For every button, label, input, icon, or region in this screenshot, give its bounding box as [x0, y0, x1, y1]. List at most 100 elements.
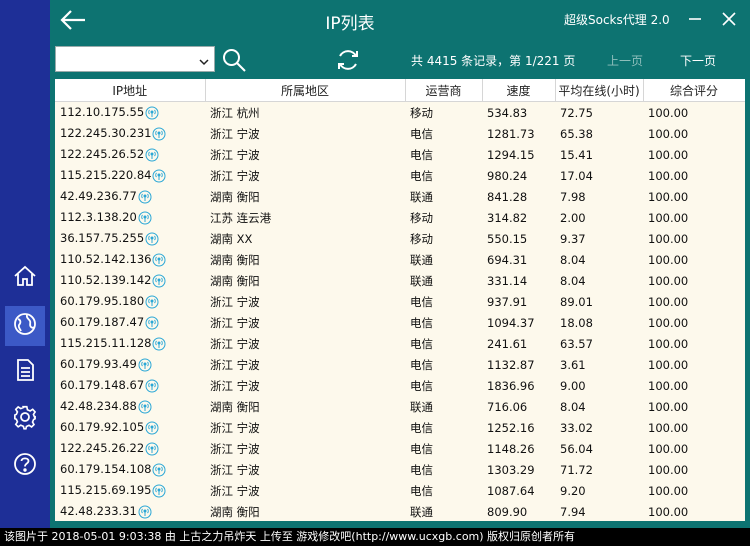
cell-score: 100.00	[643, 249, 745, 270]
cell-online: 7.94	[555, 501, 643, 521]
table-row[interactable]: 112.3.138.20 江苏 连云港 移动 314.82 2.00 100.00	[55, 207, 745, 228]
cell-isp: 电信	[405, 291, 482, 312]
column-header-region[interactable]: 所属地区	[205, 79, 406, 102]
cell-score-text: 100.00	[648, 504, 689, 519]
signal-icon	[152, 337, 166, 351]
cell-speed-text: 241.61	[487, 336, 528, 351]
cell-score: 100.00	[643, 459, 745, 480]
cell-score-text: 100.00	[648, 210, 689, 225]
signal-icon	[138, 505, 152, 519]
table-row[interactable]: 110.52.142.136 湖南 衡阳 联通 694.31 8.04 100.00	[55, 249, 745, 270]
cell-speed-text: 694.31	[487, 252, 528, 267]
cell-ip-text: 110.52.142.136	[60, 252, 152, 267]
cell-speed: 841.28	[482, 186, 555, 207]
cell-region: 湖南 XX	[205, 228, 405, 249]
cell-speed-text: 1132.87	[487, 357, 535, 372]
cell-isp: 联通	[405, 270, 482, 291]
next-page-button[interactable]: 下一页	[680, 52, 716, 69]
cell-score: 100.00	[643, 207, 745, 228]
cell-isp: 电信	[405, 165, 482, 186]
cell-online-text: 9.37	[560, 231, 586, 246]
signal-icon	[138, 211, 152, 225]
cell-online: 17.04	[555, 165, 643, 186]
cell-score: 100.00	[643, 333, 745, 354]
table-row[interactable]: 42.48.234.88 湖南 衡阳 联通 716.06 8.04 100.00	[55, 396, 745, 417]
sidebar-item-settings[interactable]	[5, 399, 45, 439]
table-row[interactable]: 110.52.139.142 湖南 衡阳 联通 331.14 8.04 100.00	[55, 270, 745, 291]
cell-score: 100.00	[643, 102, 745, 124]
cell-speed-text: 809.90	[487, 504, 528, 519]
table-row[interactable]: 60.179.92.105 浙江 宁波 电信 1252.16 33.02 100.00	[55, 417, 745, 438]
cell-score-text: 100.00	[648, 168, 689, 183]
cell-score: 100.00	[643, 396, 745, 417]
table-row[interactable]: 42.49.236.77 湖南 衡阳 联通 841.28 7.98 100.00	[55, 186, 745, 207]
cell-ip-text: 60.179.187.47	[60, 315, 145, 330]
cell-online: 9.37	[555, 228, 643, 249]
close-icon[interactable]	[718, 8, 740, 30]
table-row[interactable]: 42.48.233.31 湖南 衡阳 联通 809.90 7.94 100.00	[55, 501, 745, 521]
cell-score: 100.00	[643, 480, 745, 501]
cell-ip-text: 60.179.154.108	[60, 462, 152, 477]
cell-speed-text: 1252.16	[487, 420, 535, 435]
column-header-ip[interactable]: IP地址	[55, 79, 206, 102]
cell-ip: 60.179.187.47	[55, 312, 205, 333]
cell-isp-text: 电信	[410, 294, 433, 309]
sidebar-item-home[interactable]	[5, 258, 45, 298]
table-row[interactable]: 60.179.148.67 浙江 宁波 电信 1836.96 9.00 100.00	[55, 375, 745, 396]
prev-page-button[interactable]: 上一页	[607, 52, 643, 69]
signal-icon	[152, 253, 166, 267]
sidebar	[0, 0, 50, 528]
table-row[interactable]: 122.245.26.22 浙江 宁波 电信 1148.26 56.04 100.00	[55, 438, 745, 459]
cell-ip-text: 115.215.220.84	[60, 168, 152, 183]
cell-speed: 1836.96	[482, 375, 555, 396]
cell-isp-text: 移动	[410, 105, 433, 120]
cell-region-text: 湖南 衡阳	[210, 399, 260, 414]
filter-dropdown[interactable]	[55, 46, 215, 72]
table-row[interactable]: 122.245.30.231 浙江 宁波 电信 1281.73 65.38 100.00	[55, 123, 745, 144]
cell-isp: 电信	[405, 333, 482, 354]
cell-isp: 电信	[405, 144, 482, 165]
cell-isp: 电信	[405, 417, 482, 438]
table-row[interactable]: 115.215.69.195 浙江 宁波 电信 1087.64 9.20 100.00	[55, 480, 745, 501]
cell-isp: 电信	[405, 438, 482, 459]
minimize-icon[interactable]	[684, 8, 706, 30]
table-row[interactable]: 122.245.26.52 浙江 宁波 电信 1294.15 15.41 100.00	[55, 144, 745, 165]
content-panel: 共 4415 条记录，第 1/221 页 上一页 下一页 IP地址 所属地区 运…	[50, 40, 750, 528]
search-icon[interactable]	[221, 47, 247, 73]
refresh-icon[interactable]	[335, 47, 361, 73]
cell-online: 8.04	[555, 270, 643, 291]
cell-online-text: 63.57	[560, 336, 593, 351]
column-header-isp[interactable]: 运营商	[405, 79, 483, 102]
cell-score: 100.00	[643, 165, 745, 186]
cell-region-text: 浙江 杭州	[210, 105, 260, 120]
column-header-score[interactable]: 综合评分	[643, 79, 745, 102]
cell-ip: 36.157.75.255	[55, 228, 205, 249]
cell-isp-text: 电信	[410, 168, 433, 183]
column-header-online[interactable]: 平均在线(小时)	[555, 79, 644, 102]
cell-isp-text: 电信	[410, 357, 433, 372]
sidebar-item-log[interactable]	[5, 352, 45, 392]
sidebar-item-help[interactable]	[5, 446, 45, 486]
cell-isp-text: 联通	[410, 273, 433, 288]
cell-region-text: 湖南 衡阳	[210, 504, 260, 519]
cell-speed: 1094.37	[482, 312, 555, 333]
table-row[interactable]: 36.157.75.255 湖南 XX 移动 550.15 9.37 100.00	[55, 228, 745, 249]
signal-icon	[152, 169, 166, 183]
table-row[interactable]: 60.179.95.180 浙江 宁波 电信 937.91 89.01 100.00	[55, 291, 745, 312]
cell-speed: 809.90	[482, 501, 555, 521]
table-row[interactable]: 60.179.187.47 浙江 宁波 电信 1094.37 18.08 100.00	[55, 312, 745, 333]
cell-isp-text: 联通	[410, 252, 433, 267]
sidebar-item-ip-list[interactable]	[5, 306, 45, 346]
table-row[interactable]: 60.179.93.49 浙江 宁波 电信 1132.87 3.61 100.00	[55, 354, 745, 375]
table-row[interactable]: 115.215.11.128 浙江 宁波 电信 241.61 63.57 100.00	[55, 333, 745, 354]
cell-speed-text: 1094.37	[487, 315, 535, 330]
column-header-speed[interactable]: 速度	[482, 79, 556, 102]
table-row[interactable]: 60.179.154.108 浙江 宁波 电信 1303.29 71.72 100.00	[55, 459, 745, 480]
table-row[interactable]: 112.10.175.55 浙江 杭州 移动 534.83 72.75 100.00	[55, 102, 745, 124]
table-row[interactable]: 115.215.220.84 浙江 宁波 电信 980.24 17.04 100.00	[55, 165, 745, 186]
cell-speed: 1281.73	[482, 123, 555, 144]
cell-isp: 电信	[405, 375, 482, 396]
cell-isp: 电信	[405, 459, 482, 480]
cell-score-text: 100.00	[648, 273, 689, 288]
ip-table-container[interactable]: IP地址 所属地区 运营商 速度 平均在线(小时) 综合评分 112.10.17…	[55, 79, 745, 521]
